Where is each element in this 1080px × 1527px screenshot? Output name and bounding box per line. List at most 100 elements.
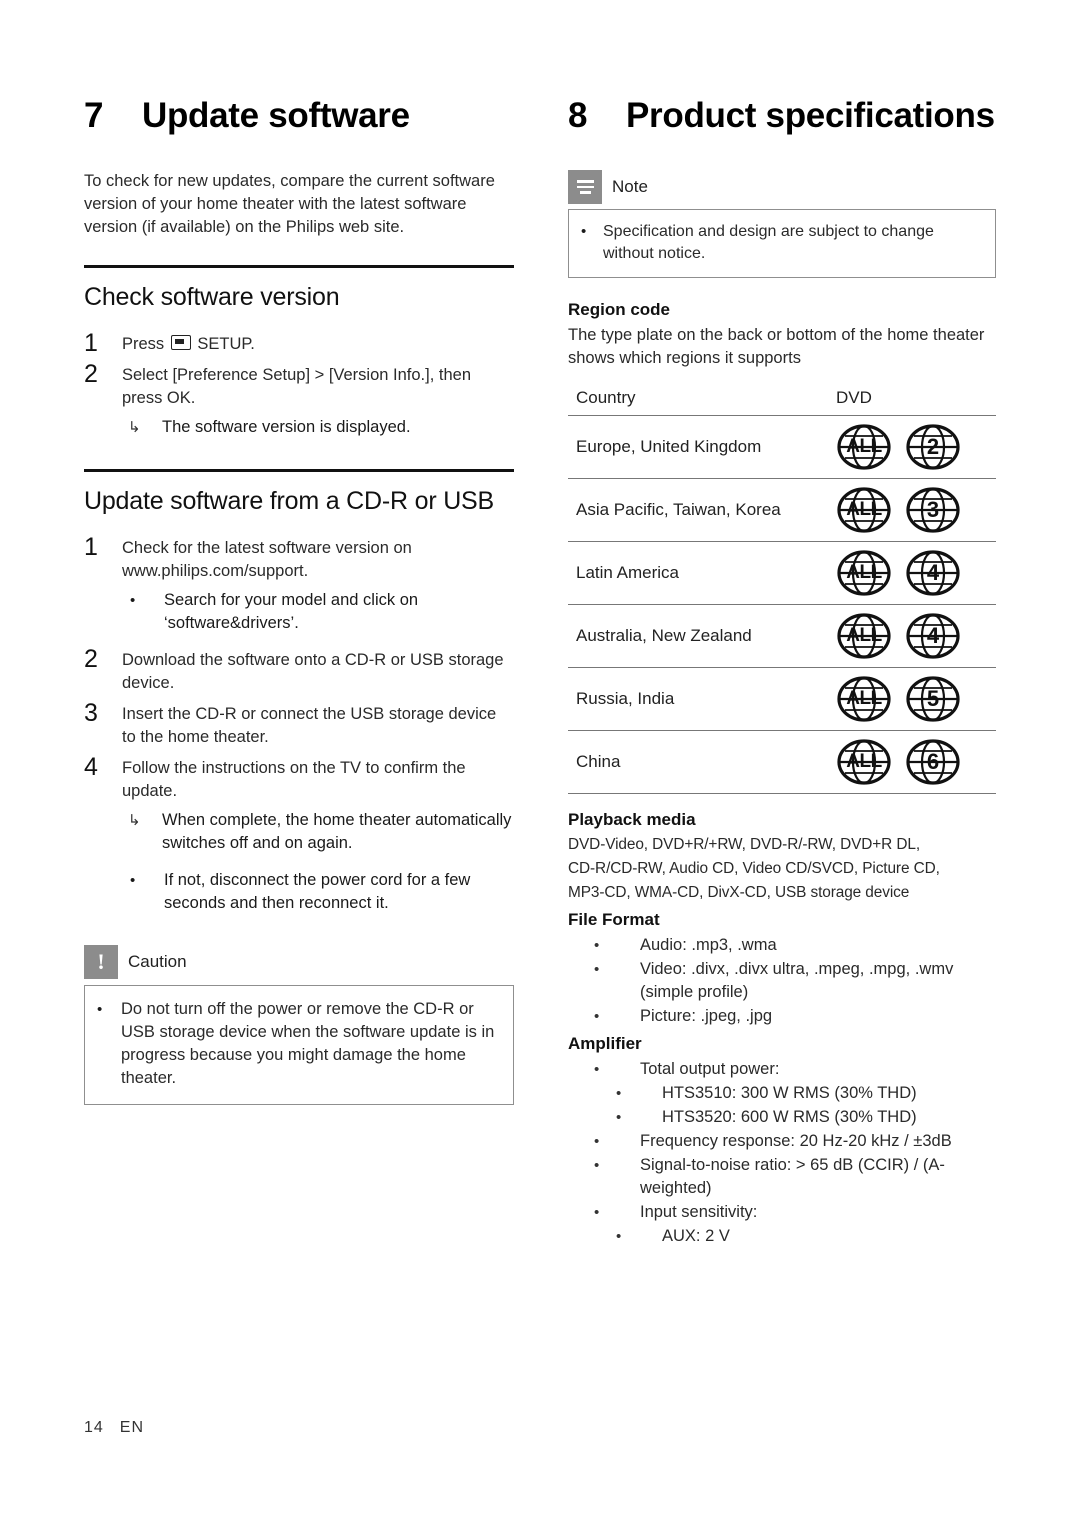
cell-region-codes: ALL 2: [836, 415, 996, 479]
caution-box: • Do not turn off the power or remove th…: [84, 985, 514, 1105]
bullet-icon: •: [594, 1157, 600, 1174]
region-code-label: 4: [926, 623, 939, 648]
list-item: • Signal-to-noise ratio: > 65 dB (CCIR) /…: [568, 1154, 996, 1200]
region-code-all-icon: ALL: [836, 612, 892, 660]
region-code-all-icon: ALL: [836, 675, 892, 723]
section-title-update-software: Update software from a CD-R or USB: [84, 487, 494, 515]
step-text-before: Press: [122, 335, 169, 353]
cell-country: Australia, New Zealand: [568, 604, 836, 668]
step-item: 3 Insert the CD-R or connect the USB sto…: [84, 701, 514, 749]
cell-country: Asia Pacific, Taiwan, Korea: [568, 478, 836, 542]
list-item-text: Total output power:: [640, 1060, 780, 1078]
region-code-number-icon: 3: [905, 486, 961, 534]
cell-region-codes: ALL 6: [836, 730, 996, 794]
bullet-icon: •: [594, 1008, 600, 1025]
bullet-icon: •: [130, 872, 136, 889]
list-item-text: Picture: .jpeg, .jpg: [640, 1007, 773, 1025]
arrow-icon: ↳: [128, 419, 141, 436]
region-code-label: 3: [926, 497, 939, 522]
page-footer: 14 EN: [84, 1419, 144, 1437]
cell-region-codes: ALL 4: [836, 541, 996, 605]
left-column: 7 Update software To check for new updat…: [84, 96, 514, 1105]
step-text: Insert the CD-R or connect the USB stora…: [122, 705, 497, 746]
step-sub-text: Search for your model and click on ‘soft…: [164, 591, 419, 632]
list-item: • Input sensitivity:: [568, 1201, 996, 1224]
column-header-country: Country: [568, 384, 836, 416]
chapter-heading-7: 7 Update software: [84, 96, 514, 136]
step-text: Press SETUP.: [122, 331, 255, 356]
chapter-number: 8: [568, 96, 587, 135]
list-item: • HTS3520: 600 W RMS (30% THD): [568, 1106, 996, 1129]
chapter-heading-8: 8 Product specifications: [568, 96, 996, 136]
bullet-icon: •: [594, 937, 600, 954]
list-item: • HTS3510: 300 W RMS (30% THD): [568, 1082, 996, 1105]
list-item-text: AUX: 2 V: [662, 1227, 730, 1245]
region-code-label: 6: [926, 749, 939, 774]
region-code-number-icon: 4: [905, 612, 961, 660]
manual-page: 7 Update software To check for new updat…: [0, 0, 1080, 1527]
step-number: 4: [84, 753, 98, 781]
result-note: ↳ The software version is displayed.: [122, 416, 514, 439]
table-row: Russia, India ALL 5: [568, 667, 996, 731]
step-text: Download the software onto a CD-R or USB…: [122, 651, 504, 692]
note-title: Note: [612, 177, 648, 196]
playback-line-3: MP3-CD, WMA-CD, DivX-CD, USB storage dev…: [568, 884, 910, 901]
table-row: Latin America ALL 4: [568, 541, 996, 605]
section-divider: [84, 265, 514, 268]
cell-region-codes: ALL 3: [836, 478, 996, 542]
step-item: 4 Follow the instructions on the TV to c…: [84, 755, 514, 803]
caution-header: ! Caution: [84, 945, 514, 979]
bullet-icon: •: [594, 1061, 600, 1078]
region-paragraph: The type plate on the back or bottom of …: [568, 326, 985, 367]
heading-playback-media: Playback media: [568, 810, 696, 829]
caution-icon: !: [84, 945, 118, 979]
table-header-row: Country DVD: [568, 384, 996, 416]
list-item-text: Frequency response: 20 Hz-20 kHz / ±3dB: [640, 1132, 952, 1150]
step-sub-bullet: • If not, disconnect the power cord for …: [122, 869, 514, 915]
note-bullet-row: • Specification and design are subject t…: [581, 221, 983, 265]
heading-file-format: File Format: [568, 910, 660, 929]
step-item: 2 Select [Preference Setup] > [Version I…: [84, 362, 514, 410]
region-code-all-icon: ALL: [836, 738, 892, 786]
bullet-icon: •: [616, 1109, 622, 1126]
bullet-icon: •: [594, 1133, 600, 1150]
caution-bullet-row: • Do not turn off the power or remove th…: [97, 998, 499, 1090]
arrow-icon: ↳: [128, 812, 141, 829]
list-item: • Frequency response: 20 Hz-20 kHz / ±3dB: [568, 1130, 996, 1153]
region-code-label: ALL: [846, 562, 882, 583]
bullet-icon: •: [581, 223, 587, 240]
region-code-label: ALL: [846, 751, 882, 772]
amplifier-list: • Total output power: • HTS3510: 300 W RMS…: [568, 1058, 996, 1248]
table-row: Europe, United Kingdom ALL 2: [568, 415, 996, 479]
region-code-number-icon: 5: [905, 675, 961, 723]
right-column: 8 Product specifications Note • Specific…: [568, 96, 996, 1249]
list-item-text: Input sensitivity:: [640, 1203, 758, 1221]
list-item: • Picture: .jpeg, .jpg: [568, 1005, 996, 1028]
step-sub-group: ↳ When complete, the home theater automa…: [122, 809, 514, 915]
chapter-title: Product specifications: [626, 96, 995, 135]
note-icon: [568, 170, 602, 204]
note-header: Note: [568, 170, 996, 204]
intro-paragraph: To check for new updates, compare the cu…: [84, 172, 495, 236]
list-item-text: Audio: .mp3, .wma: [640, 936, 777, 954]
cell-country: Russia, India: [568, 667, 836, 731]
region-code-all-icon: ALL: [836, 549, 892, 597]
result-note: ↳ When complete, the home theater automa…: [122, 809, 514, 855]
step-number: 1: [84, 329, 98, 357]
caution-title: Caution: [128, 952, 187, 971]
setup-button-icon: [170, 335, 191, 350]
section-divider: [84, 469, 514, 472]
file-format-list: • Audio: .mp3, .wma • Video: .divx, .divx …: [568, 934, 996, 1028]
region-code-number-icon: 4: [905, 549, 961, 597]
table-row: China ALL 6: [568, 730, 996, 794]
region-code-label: ALL: [846, 436, 882, 457]
chapter-title: Update software: [142, 96, 410, 135]
result-note-text: The software version is displayed.: [162, 418, 411, 436]
bullet-icon: •: [97, 1001, 103, 1018]
step-item: 1 Check for the latest software version …: [84, 535, 514, 583]
region-code-label: 2: [926, 434, 939, 459]
cell-country: China: [568, 730, 836, 794]
caution-text: Do not turn off the power or remove the …: [121, 1000, 495, 1087]
region-code-label: ALL: [846, 625, 882, 646]
step-text: Follow the instructions on the TV to con…: [122, 759, 466, 800]
